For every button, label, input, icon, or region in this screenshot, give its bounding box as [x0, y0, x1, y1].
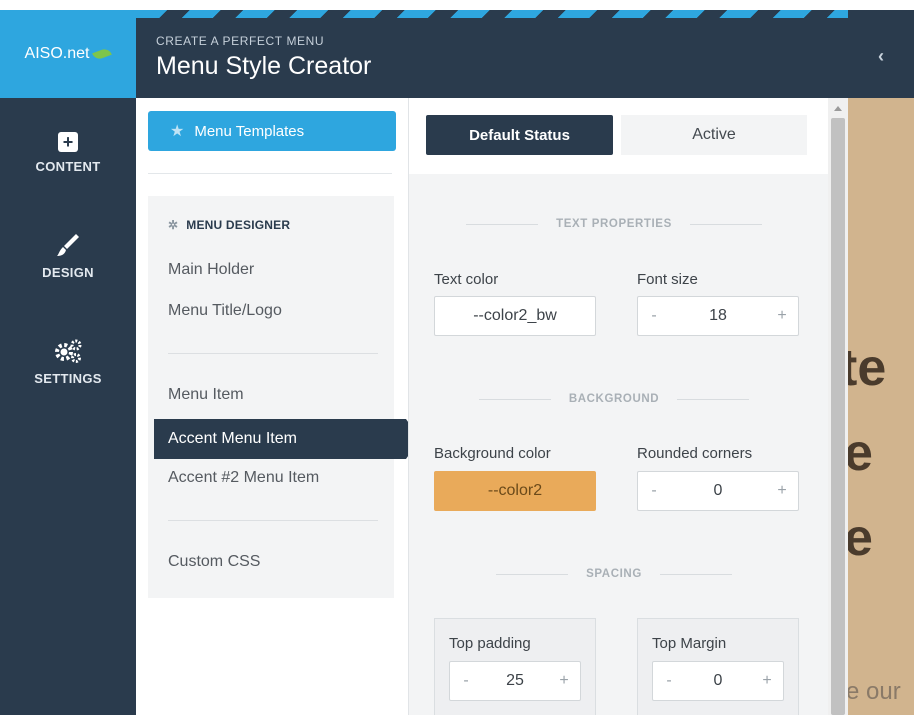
- rounded-corners-stepper[interactable]: - 0 +: [637, 471, 799, 511]
- scrollbar-thumb[interactable]: [831, 118, 845, 715]
- menu-templates-button[interactable]: ★ Menu Templates: [148, 111, 396, 151]
- increment-button[interactable]: +: [751, 672, 783, 690]
- preview-text-fragment: e: [848, 424, 873, 482]
- menu-column: ★ Menu Templates ✲ MENU DESIGNER Main Ho…: [136, 98, 420, 715]
- background-color-field[interactable]: --color2: [434, 471, 596, 511]
- menu-item-custom-css[interactable]: Custom CSS: [168, 553, 260, 571]
- menu-item-menu-item[interactable]: Menu Item: [168, 386, 244, 404]
- section-spacing: SPACING: [434, 568, 794, 580]
- menu-designer-heading: ✲ MENU DESIGNER: [168, 218, 290, 232]
- vertical-scrollbar[interactable]: [828, 98, 848, 715]
- preview-text-fragment: e: [848, 509, 873, 567]
- collapse-bar: ‹: [848, 10, 914, 98]
- divider: [478, 398, 551, 400]
- sidebar-item-label: DESIGN: [42, 265, 94, 280]
- logo[interactable]: AISO.net: [0, 10, 136, 98]
- sidebar: + CONTENT DESIGN SETTINGS: [0, 98, 136, 715]
- top-margin-stepper[interactable]: - 0 +: [652, 661, 784, 701]
- divider: [677, 398, 750, 400]
- increment-button[interactable]: +: [548, 672, 580, 690]
- section-label: SPACING: [586, 568, 642, 580]
- sidebar-item-label: SETTINGS: [34, 371, 102, 386]
- menu-item-accent-selected[interactable]: Accent Menu Item: [154, 419, 420, 459]
- top-padding-card: Top padding - 25 +: [434, 618, 596, 715]
- app-subtitle: CREATE A PERFECT MENU: [156, 34, 325, 48]
- divider: [466, 223, 539, 225]
- divider: [168, 353, 378, 354]
- gears-icon: [55, 339, 82, 363]
- text-color-label: Text color: [434, 271, 499, 288]
- logo-text: AISO.net: [24, 45, 90, 62]
- section-label: TEXT PROPERTIES: [556, 218, 672, 230]
- divider: [659, 573, 732, 575]
- decorative-stripes: [136, 10, 848, 18]
- divider: [689, 223, 762, 225]
- preview-text-fragment: e our: [848, 678, 901, 705]
- rounded-corners-label: Rounded corners: [637, 445, 753, 462]
- sidebar-item-settings[interactable]: SETTINGS: [0, 338, 136, 388]
- increment-button[interactable]: +: [766, 307, 798, 325]
- top-padding-stepper[interactable]: - 25 +: [449, 661, 581, 701]
- top-margin-card: Top Margin - 0 +: [637, 618, 799, 715]
- menu-item-main-holder[interactable]: Main Holder: [168, 261, 254, 279]
- sidebar-item-label: CONTENT: [35, 159, 101, 174]
- decrement-button[interactable]: -: [638, 307, 670, 325]
- background-color-label: Background color: [434, 445, 551, 462]
- tab-active[interactable]: Active: [621, 115, 807, 155]
- top-padding-label: Top padding: [449, 635, 531, 652]
- divider: [148, 173, 392, 174]
- decrement-button[interactable]: -: [653, 672, 685, 690]
- gear-icon: ✲: [168, 218, 179, 232]
- section-text-properties: TEXT PROPERTIES: [434, 218, 794, 230]
- menu-designer-panel: ✲ MENU DESIGNER Main Holder Menu Title/L…: [148, 196, 394, 598]
- tab-default-status[interactable]: Default Status: [426, 115, 613, 155]
- increment-button[interactable]: +: [766, 482, 798, 500]
- top-padding-value[interactable]: 25: [482, 672, 548, 690]
- divider: [496, 573, 569, 575]
- star-icon: ★: [170, 123, 185, 140]
- decrement-button[interactable]: -: [450, 672, 482, 690]
- section-background: BACKGROUND: [434, 393, 794, 405]
- sidebar-item-content[interactable]: + CONTENT: [0, 132, 136, 176]
- plus-square-icon: +: [58, 132, 78, 152]
- top-header: AISO.net CREATE A PERFECT MENU Menu Styl…: [0, 0, 914, 98]
- top-margin-value[interactable]: 0: [685, 672, 751, 690]
- app-title: Menu Style Creator: [156, 52, 372, 80]
- chevron-left-icon[interactable]: ‹: [878, 46, 884, 67]
- menu-item-accent2[interactable]: Accent #2 Menu Item: [168, 469, 319, 487]
- title-bar: CREATE A PERFECT MENU Menu Style Creator: [136, 10, 848, 98]
- font-size-label: Font size: [637, 271, 698, 288]
- scroll-up-arrow-icon[interactable]: [834, 106, 842, 111]
- brush-icon: [57, 234, 79, 256]
- menu-item-title-logo[interactable]: Menu Title/Logo: [168, 302, 282, 320]
- text-color-field[interactable]: --color2_bw: [434, 296, 596, 336]
- divider: [168, 520, 378, 521]
- decrement-button[interactable]: -: [638, 482, 670, 500]
- top-margin-label: Top Margin: [652, 635, 727, 652]
- section-label: BACKGROUND: [568, 393, 660, 405]
- menu-templates-label: Menu Templates: [194, 122, 305, 140]
- properties-panel: Default Status Active TEXT PROPERTIES Te…: [408, 98, 829, 715]
- sidebar-item-design[interactable]: DESIGN: [0, 232, 136, 282]
- menu-preview: te e e e our: [848, 98, 914, 715]
- leaf-icon: [92, 47, 113, 61]
- font-size-value[interactable]: 18: [670, 307, 766, 325]
- menu-designer-label: MENU DESIGNER: [186, 218, 291, 232]
- font-size-stepper[interactable]: - 18 +: [637, 296, 799, 336]
- preview-text-fragment: te: [848, 339, 887, 397]
- rounded-corners-value[interactable]: 0: [670, 482, 766, 500]
- status-tabs: Default Status Active: [409, 98, 829, 174]
